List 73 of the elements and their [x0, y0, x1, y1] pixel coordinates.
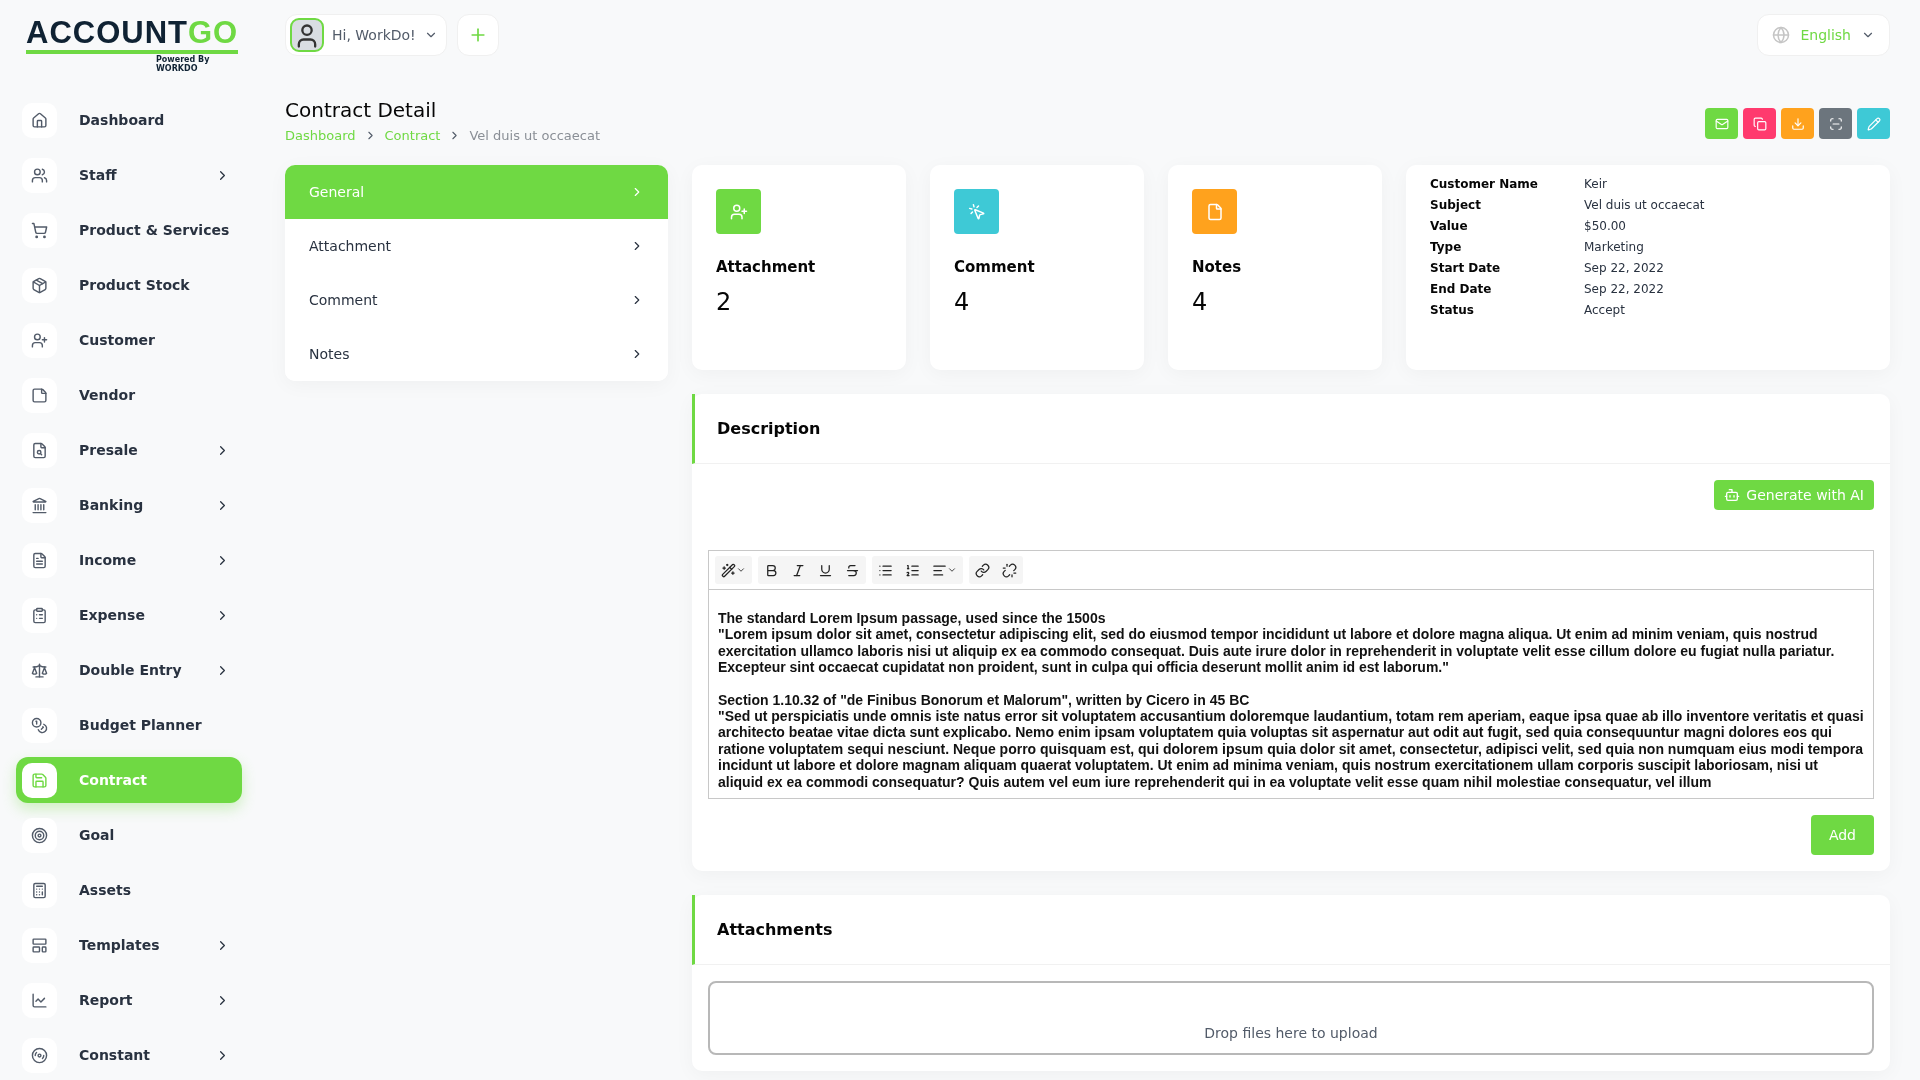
caret-icon	[736, 565, 746, 575]
unlink-icon	[1002, 562, 1017, 578]
sidebar-item[interactable]: Presale	[16, 427, 242, 473]
scan-button[interactable]	[1819, 108, 1852, 139]
sidebar-item[interactable]: Income	[16, 537, 242, 583]
section-title: Description	[717, 419, 821, 438]
rich-text-editor[interactable]	[708, 550, 1874, 800]
detail-value: $50.00	[1584, 219, 1627, 233]
breadcrumb-current: Vel duis ut occaecat	[469, 128, 600, 143]
robot-icon	[1724, 487, 1741, 503]
stat-value: 4	[954, 288, 971, 316]
logo-wordmark: ACCOUNTGO	[26, 16, 238, 54]
sidebar-item[interactable]: Templates	[16, 922, 242, 968]
sidebar-item[interactable]: Vendor	[16, 372, 242, 418]
detail-value: Keir	[1584, 177, 1608, 191]
detail-value: Sep 22, 2022	[1584, 261, 1665, 275]
detail-label: Start Date	[1430, 261, 1502, 275]
sidebar-item[interactable]: Product Stock	[16, 262, 242, 308]
sidebar-item[interactable]: Product & Services	[16, 207, 242, 253]
sidebar-item[interactable]: Customer	[16, 317, 242, 363]
sidebar-item[interactable]: Double Entry	[16, 647, 242, 693]
sidebar-item[interactable]: Expense	[16, 592, 242, 638]
detail-label: End Date	[1430, 282, 1493, 296]
tab[interactable]: Notes	[285, 327, 668, 381]
logo-tagline: Powered By WORKDO	[156, 55, 211, 73]
sidebar-item[interactable]: Budget Planner	[16, 702, 242, 748]
sidebar-item[interactable]: Goal	[16, 812, 242, 858]
detail-value: Sep 22, 2022	[1584, 282, 1665, 296]
detail-label: Type	[1430, 240, 1463, 254]
sidebar-item[interactable]: Report	[16, 977, 242, 1023]
download-icon	[1790, 116, 1805, 131]
sidebar-item[interactable]: Dashboard	[16, 97, 242, 143]
stat-label: Attachment	[716, 258, 817, 276]
user-menu[interactable]: Hi, WorkDo!	[285, 14, 447, 56]
tab[interactable]: Comment	[285, 273, 668, 327]
editor-paragraph: Section 1.10.32 of "de Finibus Bonorum et Malorum", written by Cicero in 45 BC "Sed ut perspiciatis unde omnis iste natus error sit voluptatem accusantium doloremque laudantium, totam rem aperiam, eaque ipsa quae ab illo inventore veritatis et quasi architecto beatae vitae dicta sunt explicabo. Nemo enim ipsam voluptatem quia voluptas sit aspernatur aut odit aut fugit, sed quia consequuntur magni dolores eos qui ratione voluptatem sequi nesciunt. Neque porro quisquam est, qui dolorem ipsum quia dolor sit amet, consectetur, adipisci velit, sed quia non numquam eius modi tempora incidunt ut labore et dolore magnam aliquam quaerat voluptatem. Ut enim ad minima veniam, quis nostrum exercitationem ullam corporis suscipit laboriosam, nisi ut aliquid ex ea commodi consequatur? Quis autem vel eum iure reprehenderit qui in ea voluptate velit esse quam nihil molestiae consequatur, vel illum	[718, 691, 1864, 791]
stat-label: Notes	[1192, 258, 1243, 276]
detail-label: Customer Name	[1430, 177, 1539, 191]
sidebar-item[interactable]: Constant	[16, 1032, 242, 1078]
mail-icon	[1714, 116, 1729, 131]
detail-value: Accept	[1584, 303, 1626, 317]
file-dropzone[interactable]: Drop files here to upload	[708, 981, 1874, 1056]
detail-label: Status	[1430, 303, 1475, 317]
bold-icon	[764, 562, 779, 578]
detail-label: Value	[1430, 219, 1469, 233]
link-icon	[975, 562, 990, 578]
section-title: Attachments	[717, 920, 833, 940]
caret-icon	[947, 565, 957, 575]
numbered-list-icon	[905, 562, 920, 578]
editor-paragraph: The standard Lorem Ipsum passage, used since the 1500s "Lorem ipsum dolor sit amet, consectetur adipiscing elit, sed do eiusmod tempor incididunt ut labore et dolore magna aliqua. Ut enim ad minim veniam, quis nostrud exercitation ullamco laboris nisi ut aliquip ex ea commodo consequat. Duis aute irure dolor in reprehenderit in voluptate velit esse cillum dolore eu fugiat nulla pariatur. Excepteur sint occaecat cupidatat non proident, sunt in culpa qui officia deserunt mollit anim id est laborum."	[718, 610, 1836, 676]
stat-value: 4	[1192, 288, 1209, 316]
align-icon	[932, 562, 947, 578]
underline-icon	[818, 562, 833, 578]
italic-icon	[791, 562, 806, 578]
detail-label: Subject	[1430, 198, 1482, 212]
sidebar-item[interactable]: Assets	[16, 867, 242, 913]
stat-value: 2	[716, 288, 733, 316]
detail-value: Marketing	[1584, 240, 1645, 254]
avatar-icon	[290, 18, 324, 52]
page-title: Contract Detail	[285, 98, 438, 122]
detail-value: Vel duis ut occaecat	[1584, 198, 1706, 212]
copy-button[interactable]	[1743, 108, 1776, 139]
copy-icon	[1752, 116, 1767, 131]
sidebar-item[interactable]: Banking	[16, 482, 242, 528]
magic-wand-icon	[721, 562, 736, 578]
stat-label: Comment	[954, 258, 1036, 276]
strikethrough-icon	[845, 562, 860, 578]
bullet-list-icon	[878, 562, 893, 578]
pencil-icon	[1866, 116, 1881, 131]
scan-icon	[1828, 116, 1843, 131]
globe-icon	[1772, 26, 1791, 44]
sidebar-item[interactable]: Staff	[16, 152, 242, 198]
tab[interactable]: Attachment	[285, 219, 668, 273]
